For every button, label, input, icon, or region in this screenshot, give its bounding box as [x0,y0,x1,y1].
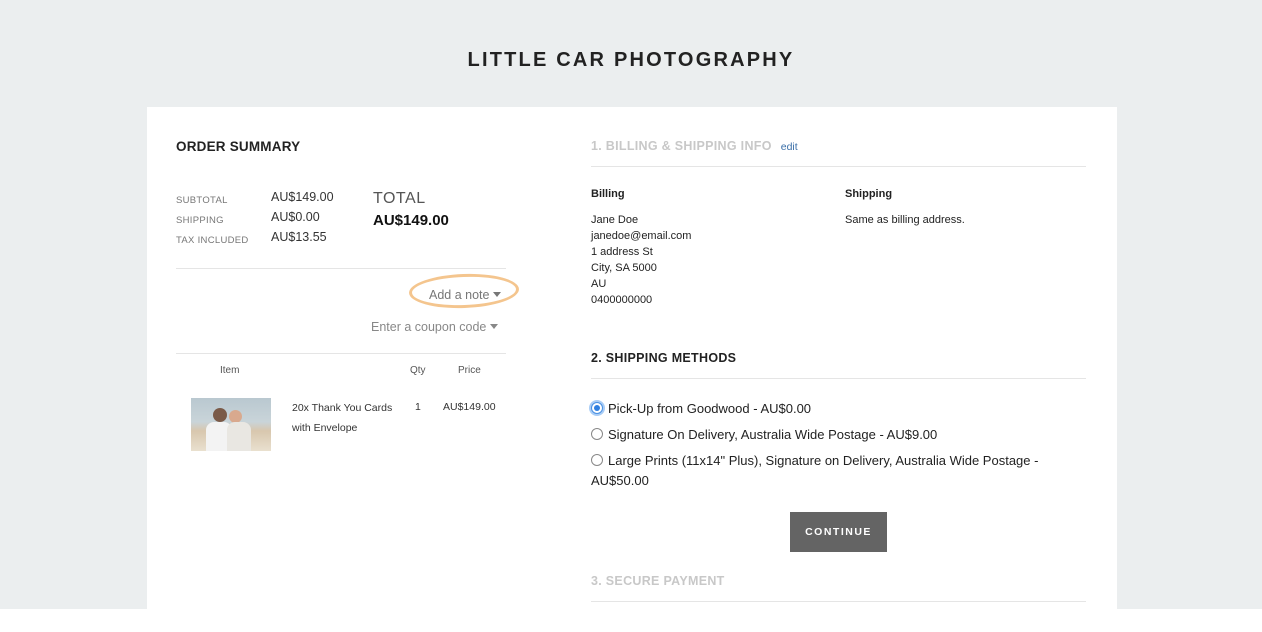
billing-phone: 0400000000 [591,294,653,306]
billing-heading: Billing [591,188,625,200]
store-title: LITTLE CAR PHOTOGRAPHY [467,49,795,71]
edit-billing-link[interactable]: edit [781,141,798,153]
product-thumbnail [191,398,271,451]
billing-street: 1 address St [591,246,653,258]
billing-section-title: 1. BILLING & SHIPPING INFO edit [591,139,798,153]
radio-icon[interactable] [591,428,603,440]
continue-button[interactable]: CONTINUE [790,512,887,552]
coupon-code-label: Enter a coupon code [371,320,487,334]
item-name: 20x Thank You Cards with Envelope [292,402,393,434]
billing-country: AU [591,278,607,290]
add-note-label: Add a note [429,288,490,302]
shipping-option-label: Pick-Up from Goodwood - AU$0.00 [608,401,812,416]
total-value: AU$149.00 [373,212,449,229]
billing-address: Jane Doe janedoe@email.com 1 address St … [591,212,691,308]
tax-label: TAX INCLUDED [176,235,249,246]
radio-icon[interactable] [591,454,603,466]
qty-column-header: Qty [410,365,426,376]
coupon-divider [176,353,506,354]
payment-divider [591,601,1086,602]
billing-section-label: 1. BILLING & SHIPPING INFO [591,139,772,153]
shipping-cost-label: SHIPPING [176,215,224,226]
shipping-option-label: Large Prints (11x14" Plus), Signature on… [591,453,1039,488]
summary-divider [176,268,506,269]
billing-divider [591,166,1086,167]
price-column-header: Price [458,365,481,376]
shipping-heading: Shipping [845,188,893,200]
billing-city: City, SA 5000 [591,262,657,274]
shipping-address-text: Same as billing address. [845,214,965,226]
billing-name: Jane Doe [591,214,639,226]
subtotal-value: AU$149.00 [271,190,334,204]
caret-down-icon [490,324,499,329]
shipping-option-pickup[interactable]: Pick-Up from Goodwood - AU$0.00 [591,399,1071,419]
subtotal-label: SUBTOTAL [176,195,228,206]
billing-email: janedoe@email.com [591,230,692,242]
item-qty: 1 [415,401,421,413]
shipping-option-large-prints[interactable]: Large Prints (11x14" Plus), Signature on… [591,451,1071,491]
checkout-card: ORDER SUMMARY SUBTOTAL AU$149.00 SHIPPIN… [147,107,1117,632]
coupon-code-toggle[interactable]: Enter a coupon code [371,320,499,334]
add-note-toggle[interactable]: Add a note [429,288,502,302]
shipping-option-label: Signature On Delivery, Australia Wide Po… [608,427,938,442]
shipping-methods-title: 2. SHIPPING METHODS [591,351,737,365]
payment-section-title: 3. SECURE PAYMENT [591,574,725,588]
shipping-cost-value: AU$0.00 [271,210,320,224]
item-price: AU$149.00 [443,401,496,413]
item-column-header: Item [220,365,240,376]
order-summary-title: ORDER SUMMARY [176,139,301,154]
total-label: TOTAL [373,190,426,207]
radio-selected-icon[interactable] [591,402,603,414]
tax-value: AU$13.55 [271,230,327,244]
caret-down-icon [493,292,502,297]
shipping-methods-divider [591,378,1086,379]
shipping-option-signature[interactable]: Signature On Delivery, Australia Wide Po… [591,425,1071,445]
